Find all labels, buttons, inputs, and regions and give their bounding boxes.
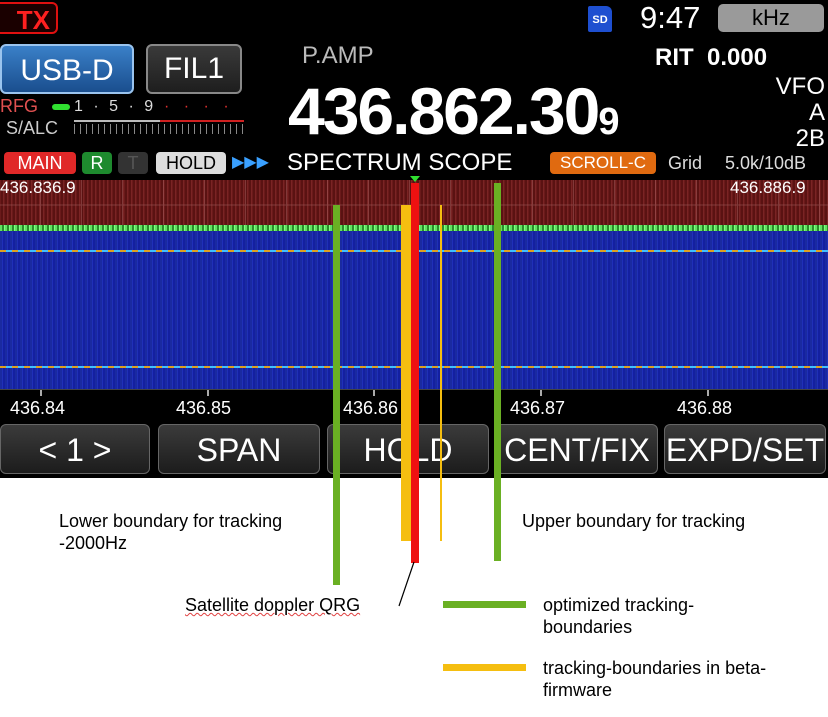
frequency-small-digit: 9 [598,101,620,143]
preamp-label: P.AMP [302,42,374,69]
softkey-expd-set[interactable]: EXPD/SET [664,424,826,474]
hold-badge: HOLD [156,152,226,174]
r-badge: R [82,152,112,174]
rit-label: RIT [655,44,694,71]
meter-line-red [160,120,244,122]
softkey-page[interactable]: < 1 > [0,424,150,474]
lower-boundary-text: Lower boundary for tracking [59,511,283,531]
scope-status-bar: MAIN R T HOLD ▶▶▶ SPECTRUM SCOPE SCROLL-… [0,149,828,176]
axis-tick [707,390,709,396]
softkey-span[interactable]: SPAN [158,424,320,474]
mode-button[interactable]: USB-D [0,44,134,94]
axis-tick [40,390,42,396]
rfg-label: RFG [0,96,38,116]
vfo-indicator: VFO A 2B [757,74,825,152]
salc-label: S/ALC [6,118,59,138]
legend-green-swatch [443,601,526,608]
legend-yellow-text: firmware [543,680,613,700]
unit-khz-button[interactable]: kHz [718,4,824,32]
doppler-annotation: Satellite doppler QRG [185,594,360,616]
main-badge: MAIN [4,152,76,174]
clock: 9:47 [640,0,701,35]
frequency-main: 436.862.30 [288,74,600,148]
axis-label: 436.84 [10,398,66,418]
rit-value: 0.000 [707,44,768,71]
meter-scale: 1 · 5 · 9 [74,98,157,115]
axis-label: 436.85 [176,398,232,418]
scope-title: SPECTRUM SCOPE [287,149,513,176]
lower-boundary-marker [333,205,340,585]
legend-green-text: boundaries [543,617,633,637]
scroll-mode-badge: SCROLL-C [550,152,656,174]
speed-arrows-icon: ▶▶▶ [232,154,269,171]
upper-boundary-annotation: Upper boundary for tracking [522,511,746,531]
doppler-leader-line [398,561,415,607]
axis-tick [207,390,209,396]
axis-tick [540,390,542,396]
softkey-cent-fix[interactable]: CENT/FIX [496,424,658,474]
vfo-label: VFO A [775,73,825,126]
rit-readout: RIT 0.000 [655,44,767,72]
doppler-marker [411,183,419,563]
legend-yellow-label: tracking-boundaries in beta- firmware [543,657,766,701]
grid-label: Grid [668,153,703,173]
span-readout: 5.0k/10dB [725,153,807,173]
meter-scale-red: · · · · [164,98,234,115]
frequency-display[interactable]: 436.862.309 [288,78,619,155]
t-badge: T [118,152,148,174]
meter-indicator [52,104,70,110]
tuning-marker-icon [410,176,420,182]
legend-yellow-text: tracking-boundaries in beta- [543,658,767,678]
sd-card-icon: SD [588,6,612,32]
axis-label: 436.88 [677,398,733,418]
vfo-memory: 2B [795,125,825,152]
legend-green-label: optimized tracking- boundaries [543,594,694,638]
legend-green-text: optimized tracking- [543,595,695,615]
scope-edge-left: 436.836.9 [0,178,76,197]
upper-boundary-marker [494,183,501,561]
filter-button[interactable]: FIL1 [146,44,242,94]
beta-upper-boundary-marker [440,205,442,541]
legend-yellow-swatch [443,664,526,671]
doppler-text: Satellite doppler QRG [185,595,361,615]
meter-ticks [74,124,244,134]
axis-tick [373,390,375,396]
axis-label: 436.87 [510,398,566,418]
axis-label: 436.86 [343,398,399,418]
scope-edge-right: 436.886.9 [730,178,806,197]
lower-boundary-annotation: Lower boundary for tracking -2000Hz [59,510,282,554]
tx-indicator: TX [0,2,58,35]
lower-boundary-offset: -2000Hz [59,533,128,553]
